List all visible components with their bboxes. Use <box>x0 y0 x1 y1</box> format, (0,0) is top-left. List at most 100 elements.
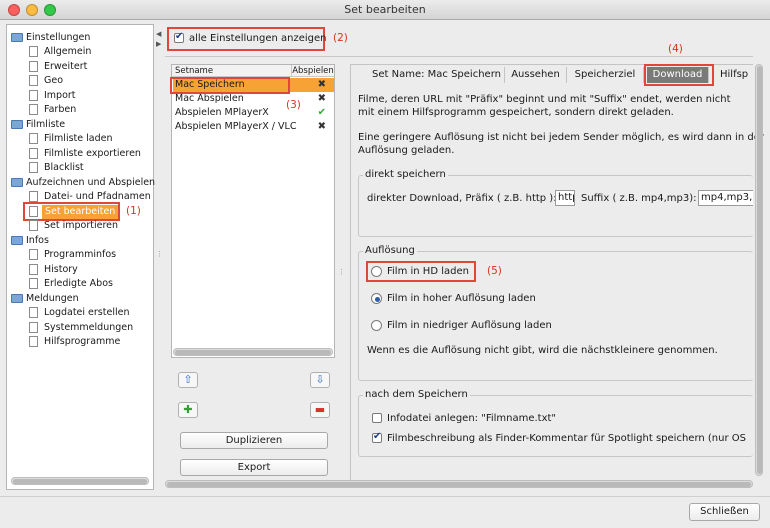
document-icon <box>29 264 38 275</box>
tree-item-label: Einstellungen <box>26 32 91 43</box>
tree-item-label: History <box>44 264 78 275</box>
resolution-note: Wenn es die Auflösung nicht gibt, wird d… <box>367 345 718 356</box>
table-horizontal-scrollbar[interactable] <box>173 348 333 356</box>
tree-item-label: Erweitert <box>44 61 88 72</box>
splitter-grip-icon[interactable]: ⋮ <box>156 250 163 258</box>
splitter-grip-icon-2[interactable]: ⋮ <box>338 268 345 276</box>
after-save-group <box>358 395 753 457</box>
high-res-radio[interactable] <box>371 293 382 304</box>
separator <box>165 56 753 57</box>
selected-set-highlight <box>170 77 290 94</box>
tab-set-name[interactable]: Set Name: Mac Speichern <box>369 67 505 83</box>
tab-aussehen[interactable]: Aussehen <box>505 67 567 83</box>
check-icon: ✔ <box>317 107 326 118</box>
info-file-checkbox[interactable] <box>372 413 382 423</box>
table-row[interactable]: Abspielen MPlayerX ✔ <box>173 106 334 120</box>
show-all-checkbox[interactable] <box>174 31 184 43</box>
document-icon <box>29 148 38 159</box>
window-title: Set bearbeiten <box>344 3 426 16</box>
document-icon <box>29 307 38 318</box>
hd-radio[interactable] <box>371 266 382 277</box>
tree-item-label: Meldungen <box>26 293 79 304</box>
tree-item-label: Erledigte Abos <box>44 278 113 289</box>
document-icon <box>29 336 38 347</box>
annotation-1: (1) <box>126 205 141 217</box>
direct-save-group <box>358 175 753 237</box>
low-res-radio[interactable] <box>371 320 382 331</box>
annotation-4: (4) <box>668 43 683 55</box>
column-header-setname[interactable]: Setname <box>172 65 292 77</box>
folder-icon <box>11 178 23 187</box>
tree-item-label: Geo <box>44 75 64 86</box>
hd-radio-label: Film in HD laden <box>387 266 469 277</box>
tree-item-label: Farben <box>44 104 77 115</box>
annotation-3: (3) <box>286 99 301 111</box>
main-vertical-scrollbar[interactable] <box>755 64 763 476</box>
footer-divider <box>0 496 770 497</box>
tree-item-label: Hilfsprogramme <box>44 336 121 347</box>
set-name-cell: Abspielen MPlayerX / VLC <box>175 121 297 132</box>
main-vscroll-thumb[interactable] <box>757 66 762 474</box>
main-horizontal-scrollbar[interactable] <box>165 480 753 488</box>
tree-item-label: Set importieren <box>44 220 119 231</box>
after-save-legend: nach dem Speichern <box>363 389 470 400</box>
annotation-5: (5) <box>487 265 502 277</box>
split-collapse-arrow-icon[interactable]: ◀ <box>156 30 161 38</box>
document-icon <box>29 90 38 101</box>
download-tab-highlight <box>644 64 714 86</box>
folder-icon <box>11 120 23 129</box>
tree-horizontal-scrollbar[interactable] <box>11 477 149 485</box>
duplicate-button[interactable]: Duplizieren <box>180 432 328 449</box>
split-expand-arrow-icon[interactable]: ▶ <box>156 40 161 48</box>
settings-tree[interactable]: Einstellungen Allgemein Erweitert Geo Import… <box>6 24 155 490</box>
document-icon <box>29 220 38 231</box>
suffix-input[interactable]: mp4,mp3,m <box>698 190 753 206</box>
finder-comment-checkbox[interactable] <box>372 431 382 443</box>
document-icon <box>29 191 38 202</box>
folder-icon <box>11 236 23 245</box>
document-icon <box>29 322 38 333</box>
resolution-legend: Auflösung <box>363 245 417 256</box>
high-res-radio-label: Film in hoher Auflösung laden <box>387 293 536 304</box>
tree-item-label: Filmliste <box>26 119 66 130</box>
cross-icon: ✖ <box>317 121 326 132</box>
finder-comment-label: Filmbeschreibung als Finder-Kommentar fü… <box>387 433 749 444</box>
download-intro-line-3: Eine geringere Auflösung ist nicht bei j… <box>358 132 764 143</box>
close-window-button[interactable] <box>8 4 20 16</box>
tree-item-label: Infos <box>26 235 49 246</box>
main-scroll-thumb[interactable] <box>167 482 751 487</box>
tree-item-label: Filmliste exportieren <box>44 148 141 159</box>
table-row[interactable]: Mac Abspielen ✖ <box>173 92 334 106</box>
close-button[interactable]: Schließen <box>689 503 760 521</box>
document-icon <box>29 75 38 86</box>
move-down-button[interactable]: ⇩ <box>310 372 330 388</box>
prefix-input[interactable]: http <box>555 190 575 206</box>
document-icon <box>29 61 38 72</box>
info-file-label: Infodatei anlegen: "Filmname.txt" <box>387 413 557 424</box>
document-icon <box>29 104 38 115</box>
minimize-window-button[interactable] <box>26 4 38 16</box>
low-res-radio-label: Film in niedriger Auflösung laden <box>387 320 552 331</box>
remove-set-button[interactable]: ▬ <box>310 402 330 418</box>
column-header-play[interactable]: Abspielen <box>292 65 334 77</box>
show-all-label: alle Einstellungen anzeigen <box>189 33 327 44</box>
tree-item-label: Logdatei erstellen <box>44 307 130 318</box>
tree-item-label: Programminfos <box>44 249 117 260</box>
tab-hilfsprogramme[interactable]: Hilfsp <box>712 67 753 83</box>
add-set-button[interactable]: ✚ <box>178 402 198 418</box>
tab-speicherziel[interactable]: Speicherziel <box>567 67 644 83</box>
table-scroll-thumb[interactable] <box>175 350 331 355</box>
move-up-button[interactable]: ⇧ <box>178 372 198 388</box>
document-icon <box>29 278 38 289</box>
sets-table[interactable]: Setname Abspielen Mac Speichern ✖ Mac Absp… <box>171 64 335 358</box>
table-row[interactable]: Abspielen MPlayerX / VLC ✖ <box>173 120 334 134</box>
document-icon <box>29 46 38 57</box>
folder-icon <box>11 294 23 303</box>
zoom-window-button[interactable] <box>44 4 56 16</box>
export-button[interactable]: Export <box>180 459 328 476</box>
tree-item-label: Systemmeldungen <box>44 322 134 333</box>
tree-item-label: Import <box>44 90 76 101</box>
tree-scroll-thumb[interactable] <box>13 479 147 484</box>
tree-item-label: Allgemein <box>44 46 92 57</box>
annotation-2: (2) <box>333 32 348 44</box>
